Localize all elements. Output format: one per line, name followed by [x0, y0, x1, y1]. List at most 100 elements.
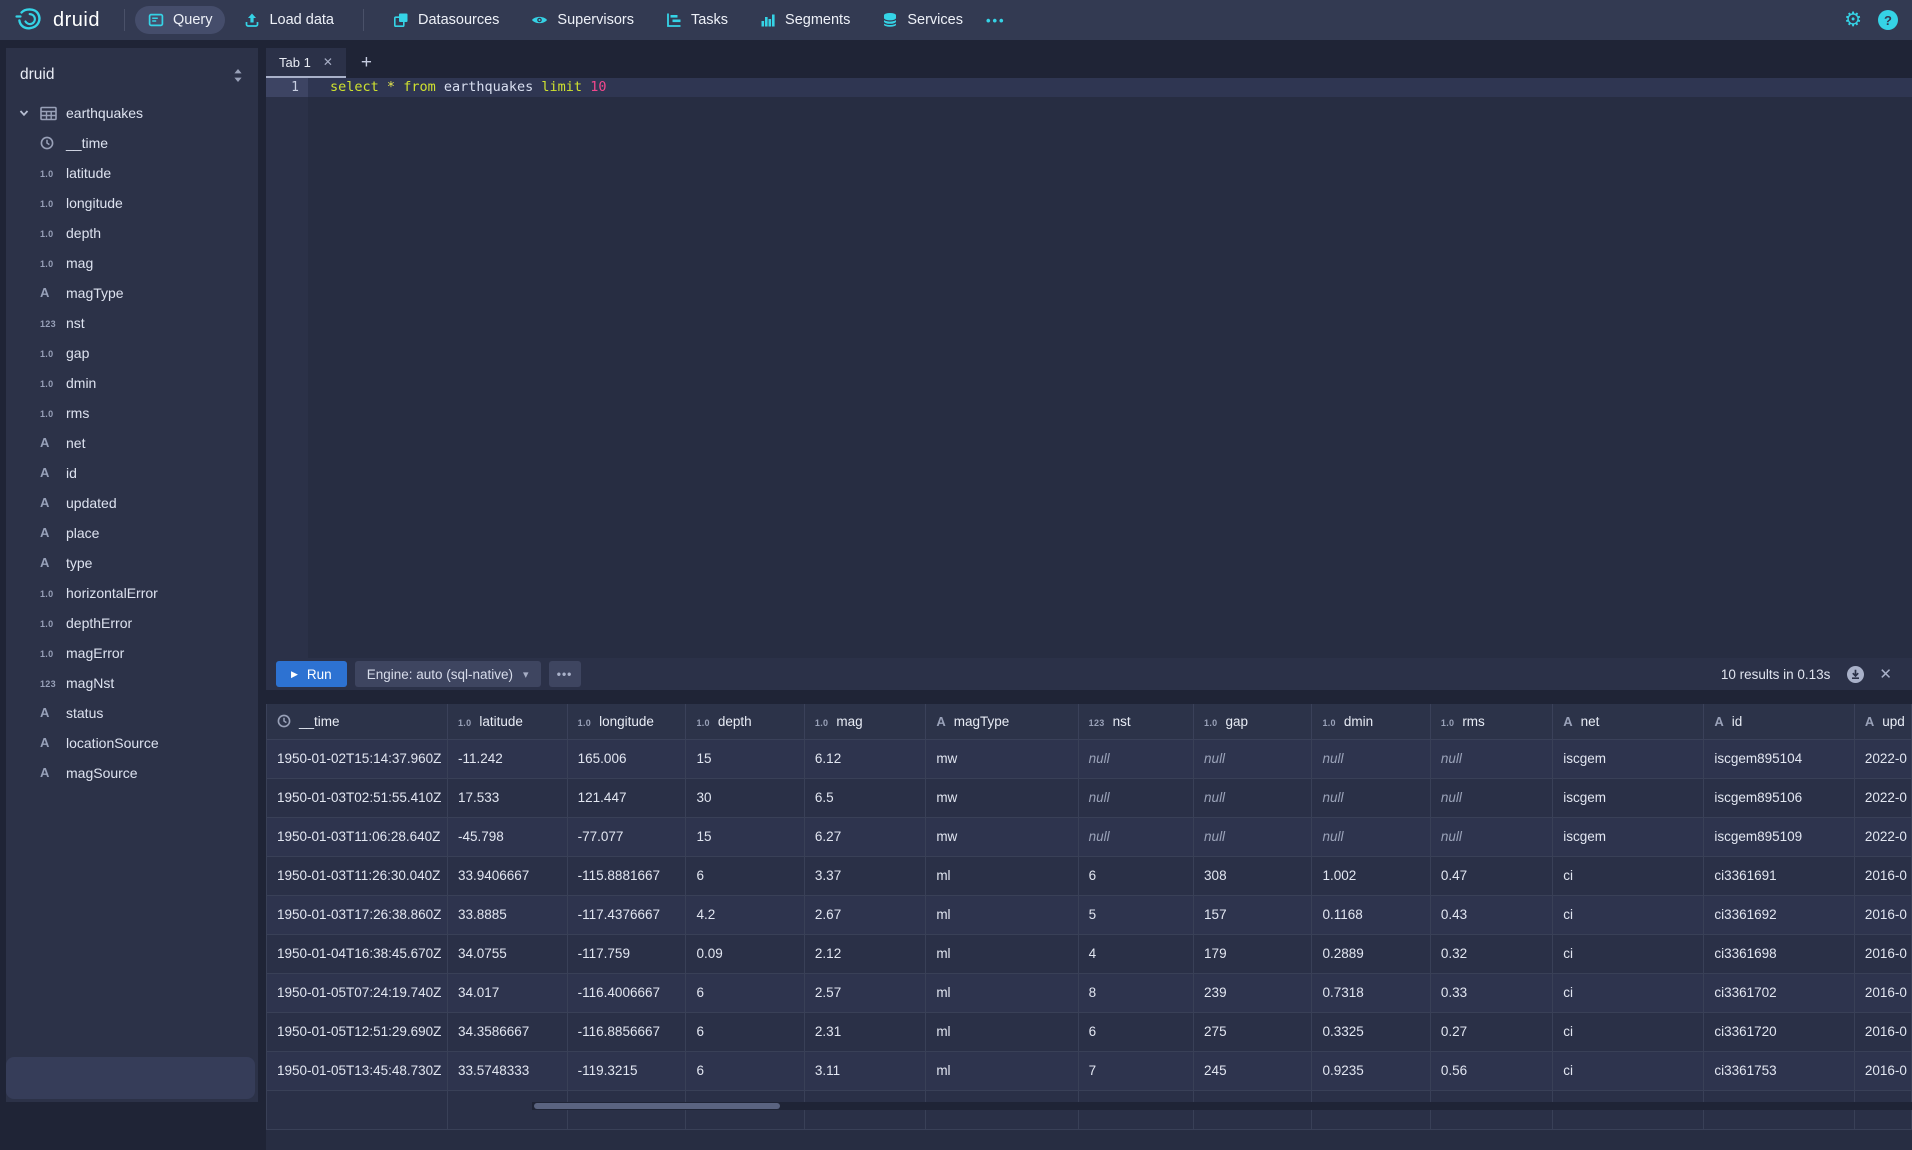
- close-tab-icon[interactable]: ✕: [323, 55, 333, 69]
- table-cell[interactable]: ci: [1553, 1012, 1704, 1051]
- sidebar-column-gap[interactable]: 1.0gap: [6, 338, 258, 368]
- table-cell[interactable]: iscgem: [1553, 739, 1704, 778]
- table-cell[interactable]: 6: [686, 1051, 804, 1090]
- table-cell[interactable]: 0.27: [1430, 1012, 1552, 1051]
- table-cell[interactable]: 15: [686, 817, 804, 856]
- column-header-gap[interactable]: 1.0gap: [1194, 704, 1312, 739]
- table-cell[interactable]: ci: [1553, 856, 1704, 895]
- column-header-longitude[interactable]: 1.0longitude: [567, 704, 686, 739]
- table-cell[interactable]: 2022-0: [1854, 817, 1911, 856]
- column-header-net[interactable]: Anet: [1553, 704, 1704, 739]
- table-cell[interactable]: 157: [1194, 895, 1312, 934]
- table-cell[interactable]: 0.9235: [1312, 1051, 1430, 1090]
- table-cell[interactable]: ml: [926, 895, 1078, 934]
- nav-item-services[interactable]: Services: [869, 6, 976, 34]
- table-cell[interactable]: 1950-01-05T13:45:48.730Z: [267, 1051, 448, 1090]
- sql-query-line[interactable]: select * from earthquakes limit 10: [308, 78, 1912, 97]
- table-cell[interactable]: iscgem895109: [1704, 817, 1855, 856]
- table-cell[interactable]: null: [1078, 778, 1193, 817]
- add-tab-button[interactable]: +: [346, 48, 387, 78]
- column-header-mag[interactable]: 1.0mag: [804, 704, 925, 739]
- table-cell[interactable]: 1950-01-03T11:06:28.640Z: [267, 817, 448, 856]
- table-cell[interactable]: 1950-01-03T02:51:55.410Z: [267, 778, 448, 817]
- table-cell[interactable]: 165.006: [567, 739, 686, 778]
- table-cell[interactable]: 6.27: [804, 817, 925, 856]
- table-cell[interactable]: mw: [926, 817, 1078, 856]
- nav-more-button[interactable]: •••: [976, 7, 1016, 34]
- sidebar-column-magType[interactable]: AmagType: [6, 278, 258, 308]
- nav-item-tasks[interactable]: Tasks: [653, 6, 741, 34]
- sidebar-column-net[interactable]: Anet: [6, 428, 258, 458]
- nav-item-load-data[interactable]: Load data: [231, 6, 347, 34]
- column-header-upd[interactable]: Aupd: [1854, 704, 1911, 739]
- nav-item-segments[interactable]: Segments: [747, 6, 863, 34]
- table-cell[interactable]: 121.447: [567, 778, 686, 817]
- table-cell[interactable]: 245: [1194, 1051, 1312, 1090]
- table-cell[interactable]: 4: [1078, 934, 1193, 973]
- table-cell[interactable]: mw: [926, 778, 1078, 817]
- sidebar-column-type[interactable]: Atype: [6, 548, 258, 578]
- table-cell[interactable]: 5: [1078, 895, 1193, 934]
- table-cell[interactable]: 239: [1194, 973, 1312, 1012]
- table-cell[interactable]: -117.759: [567, 934, 686, 973]
- table-cell[interactable]: 6: [1078, 1012, 1193, 1051]
- table-cell[interactable]: 2016-0: [1854, 856, 1911, 895]
- table-cell[interactable]: null: [1430, 778, 1552, 817]
- sidebar-column-latitude[interactable]: 1.0latitude: [6, 158, 258, 188]
- table-cell[interactable]: 6: [1078, 856, 1193, 895]
- table-cell[interactable]: null: [1430, 739, 1552, 778]
- table-cell[interactable]: ci: [1553, 895, 1704, 934]
- table-cell[interactable]: 0.1168: [1312, 895, 1430, 934]
- table-cell[interactable]: ml: [926, 934, 1078, 973]
- table-cell[interactable]: 0.3325: [1312, 1012, 1430, 1051]
- gear-icon[interactable]: ⚙: [1844, 10, 1862, 30]
- table-cell[interactable]: ci3361753: [1704, 1051, 1855, 1090]
- double-caret-sort-icon[interactable]: [232, 68, 244, 83]
- table-cell[interactable]: -45.798: [447, 817, 567, 856]
- table-cell[interactable]: null: [1312, 739, 1430, 778]
- table-cell[interactable]: 2016-0: [1854, 973, 1911, 1012]
- table-cell[interactable]: 3.11: [804, 1051, 925, 1090]
- sidebar-column-depth[interactable]: 1.0depth: [6, 218, 258, 248]
- table-cell[interactable]: null: [1430, 817, 1552, 856]
- sidebar-column-dmin[interactable]: 1.0dmin: [6, 368, 258, 398]
- column-header-rms[interactable]: 1.0rms: [1430, 704, 1552, 739]
- table-cell[interactable]: null: [1078, 739, 1193, 778]
- sidebar-column-magNst[interactable]: 123magNst: [6, 668, 258, 698]
- table-cell[interactable]: iscgem: [1553, 817, 1704, 856]
- table-cell[interactable]: 0.7318: [1312, 973, 1430, 1012]
- table-cell[interactable]: 0.33: [1430, 973, 1552, 1012]
- table-cell[interactable]: ci: [1553, 934, 1704, 973]
- sidebar-column-nst[interactable]: 123nst: [6, 308, 258, 338]
- table-cell[interactable]: ci3361702: [1704, 973, 1855, 1012]
- table-cell[interactable]: ml: [926, 856, 1078, 895]
- table-cell[interactable]: null: [1312, 817, 1430, 856]
- sidebar-column-id[interactable]: Aid: [6, 458, 258, 488]
- nav-item-supervisors[interactable]: Supervisors: [518, 6, 647, 34]
- table-cell[interactable]: ci3361692: [1704, 895, 1855, 934]
- column-header-dmin[interactable]: 1.0dmin: [1312, 704, 1430, 739]
- table-cell[interactable]: 0.32: [1430, 934, 1552, 973]
- table-cell[interactable]: -119.3215: [567, 1051, 686, 1090]
- sidebar-column-__time[interactable]: __time: [6, 128, 258, 158]
- table-cell[interactable]: 308: [1194, 856, 1312, 895]
- table-cell[interactable]: ml: [926, 973, 1078, 1012]
- sidebar-column-longitude[interactable]: 1.0longitude: [6, 188, 258, 218]
- table-cell[interactable]: iscgem895104: [1704, 739, 1855, 778]
- table-cell[interactable]: 179: [1194, 934, 1312, 973]
- table-cell[interactable]: 4.2: [686, 895, 804, 934]
- editor-code-area[interactable]: select * from earthquakes limit 10: [308, 78, 1912, 658]
- tab-query-1[interactable]: Tab 1 ✕: [266, 48, 346, 78]
- table-cell[interactable]: 33.8885: [447, 895, 567, 934]
- table-cell[interactable]: 2022-0: [1854, 778, 1911, 817]
- help-icon[interactable]: ?: [1878, 10, 1898, 30]
- table-cell[interactable]: 2.57: [804, 973, 925, 1012]
- table-cell[interactable]: -77.077: [567, 817, 686, 856]
- sidebar-column-updated[interactable]: Aupdated: [6, 488, 258, 518]
- table-cell[interactable]: 6.12: [804, 739, 925, 778]
- column-header-magType[interactable]: AmagType: [926, 704, 1078, 739]
- table-cell[interactable]: 6: [686, 973, 804, 1012]
- sidebar-column-mag[interactable]: 1.0mag: [6, 248, 258, 278]
- table-cell[interactable]: null: [1312, 778, 1430, 817]
- table-cell[interactable]: 3.37: [804, 856, 925, 895]
